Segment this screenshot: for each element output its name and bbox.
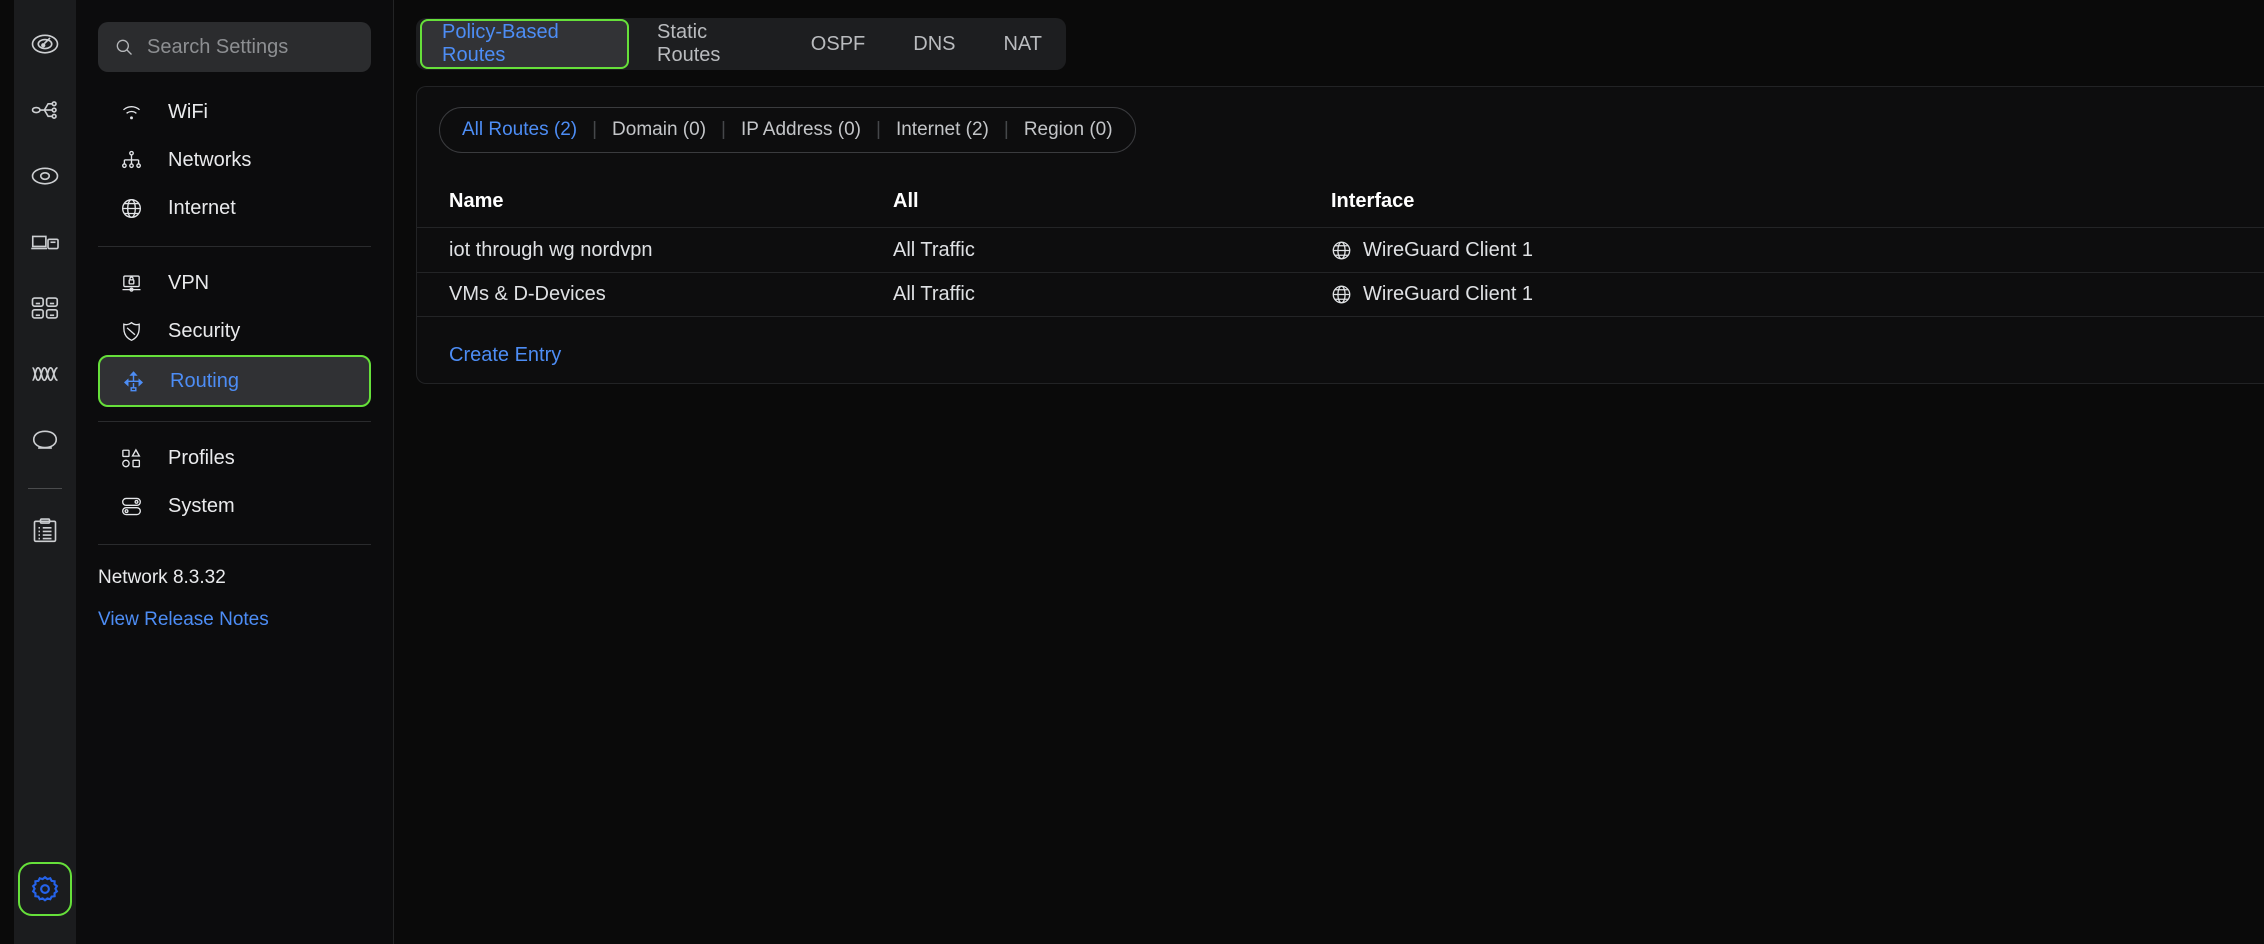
sidebar-divider-1 (98, 246, 371, 247)
globe-icon (120, 197, 146, 220)
client-devices-icon (30, 235, 59, 250)
table-header-row: Name All Interface (417, 175, 2264, 227)
search-icon (116, 39, 132, 55)
cell-interface-label: WireGuard Client 1 (1363, 238, 1534, 261)
logs-icon (33, 518, 56, 543)
main-content: Policy-Based Routes Static Routes OSPF D… (394, 0, 2264, 944)
filter-separator: | (592, 119, 598, 140)
sidebar-item-profiles[interactable]: Profiles (98, 434, 371, 482)
tab-static-routes[interactable]: Static Routes (637, 21, 783, 66)
primary-nav-rail (14, 0, 76, 944)
sidebar-item-system[interactable]: System (98, 482, 371, 530)
search-settings-input[interactable]: Search Settings (98, 22, 371, 72)
users-icon (31, 297, 58, 319)
filter-separator: | (1003, 119, 1009, 140)
cell-interface: WireGuard Client 1 (1331, 283, 2264, 306)
sidebar-divider-2 (98, 421, 371, 422)
version-text: Network 8.3.32 (98, 567, 226, 588)
table-row[interactable]: VMs & D-Devices All Traffic WireGuard Cl… (417, 272, 2264, 317)
filter-separator: | (876, 119, 881, 140)
cell-interface-label: WireGuard Client 1 (1363, 283, 1534, 305)
tab-ospf[interactable]: OSPF (791, 22, 885, 66)
route-type-filter-group: All Routes (2) | Domain (0) | IP Address… (439, 107, 1136, 153)
sidebar-item-label: Routing (170, 369, 239, 392)
sidebar-item-wifi[interactable]: WiFi (98, 88, 371, 136)
profiles-icon (120, 447, 146, 470)
networks-icon (120, 149, 146, 172)
filter-ip-address[interactable]: IP Address (0) (739, 119, 863, 141)
vpn-icon (120, 272, 146, 295)
search-placeholder: Search Settings (147, 35, 289, 58)
create-entry-row: Create Entry (417, 344, 2264, 367)
filter-all-routes[interactable]: All Routes (2) (460, 119, 579, 141)
system-icon (120, 495, 146, 518)
sidebar-item-vpn[interactable]: VPN (98, 259, 371, 307)
column-header-name: Name (449, 189, 504, 212)
rail-item-client-devices-icon[interactable] (17, 214, 73, 270)
nav-group-network: WiFi Networks Internet (76, 88, 393, 232)
sidebar-item-label: System (168, 494, 235, 517)
rail-item-settings[interactable] (17, 862, 72, 916)
rail-item-insights-icon[interactable] (17, 346, 73, 402)
filter-domain[interactable]: Domain (0) (610, 119, 708, 141)
shield-icon (120, 320, 146, 343)
settings-sidebar: Search Settings WiFi Networks Internet V… (76, 0, 394, 944)
create-entry-link[interactable]: Create Entry (449, 344, 561, 366)
column-header-interface: Interface (1331, 189, 1415, 212)
cell-interface: WireGuard Client 1 (1331, 239, 2264, 262)
routing-icon (122, 370, 148, 393)
filter-region[interactable]: Region (0) (1022, 119, 1115, 141)
globe-icon (1331, 284, 1352, 305)
sidebar-item-label: WiFi (168, 100, 208, 123)
cell-all: All Traffic (893, 238, 975, 261)
filter-internet[interactable]: Internet (2) (894, 119, 991, 141)
cell-name: VMs & D-Devices (449, 283, 606, 305)
devices-icon (31, 167, 58, 185)
sidebar-divider-3 (98, 544, 371, 545)
sidebar-item-networks[interactable]: Networks (98, 136, 371, 184)
rail-item-hotspot-icon[interactable] (17, 412, 73, 468)
rail-item-topology-icon[interactable] (17, 82, 73, 138)
nav-group-services: VPN Security Routing (76, 259, 393, 407)
sidebar-item-label: Networks (168, 148, 252, 171)
sidebar-item-label: Internet (168, 196, 236, 219)
sidebar-item-security[interactable]: Security (98, 307, 371, 355)
cell-all: All Traffic (893, 283, 975, 305)
policy-routes-card: All Routes (2) | Domain (0) | IP Address… (416, 86, 2264, 384)
sidebar-item-internet[interactable]: Internet (98, 184, 371, 232)
insights-icon (31, 366, 58, 382)
sidebar-item-routing[interactable]: Routing (98, 355, 371, 407)
app-window: Search Settings WiFi Networks Internet V… (0, 0, 2264, 944)
globe-icon (1331, 240, 1352, 261)
table-row[interactable]: iot through wg nordvpn All Traffic WireG… (417, 227, 2264, 272)
desk-background (0, 0, 14, 944)
routing-tabs: Policy-Based Routes Static Routes OSPF D… (416, 18, 1066, 70)
topology-icon (31, 101, 57, 119)
gear-icon (31, 875, 58, 902)
rail-item-logs-icon[interactable] (17, 503, 73, 559)
sidebar-item-label: VPN (168, 271, 210, 294)
tab-nat[interactable]: NAT (983, 22, 1062, 66)
cell-name: iot through wg nordvpn (449, 238, 653, 261)
sidebar-item-label: Security (168, 319, 241, 342)
rail-item-dashboard-icon[interactable] (17, 16, 73, 72)
dashboard-icon (31, 34, 58, 54)
rail-item-users-icon[interactable] (17, 280, 73, 336)
rail-divider (27, 488, 62, 489)
tab-policy-based-routes[interactable]: Policy-Based Routes (420, 19, 630, 69)
nav-group-management: Profiles System (76, 434, 393, 530)
column-header-all: All (893, 189, 919, 212)
wifi-icon (120, 101, 146, 124)
rail-item-devices-icon[interactable] (17, 148, 73, 204)
routes-table: Name All Interface iot through wg nordvp… (417, 175, 2264, 367)
sidebar-item-label: Profiles (168, 446, 235, 469)
filter-separator: | (721, 119, 726, 140)
view-release-notes-link[interactable]: View Release Notes (76, 589, 393, 631)
hotspot-icon (32, 430, 57, 449)
tab-dns[interactable]: DNS (893, 22, 975, 66)
